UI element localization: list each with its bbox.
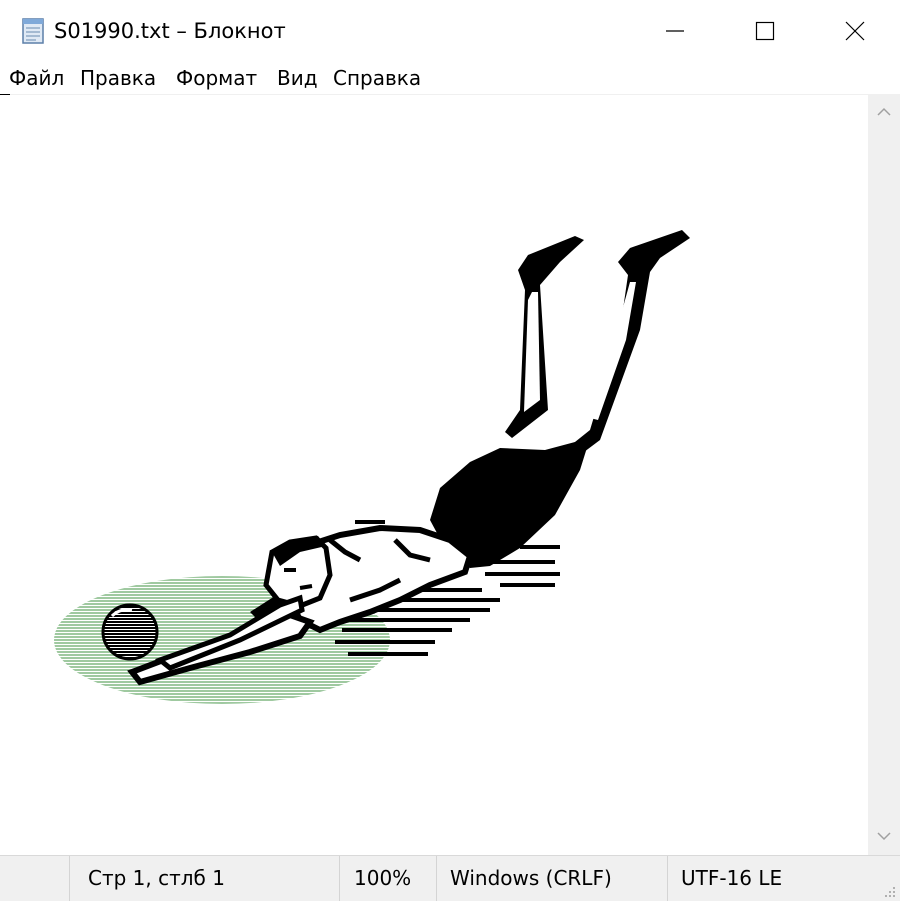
menu-format[interactable]: Формат <box>176 64 257 92</box>
status-encoding: UTF-16 LE <box>681 866 783 890</box>
status-line-endings: Windows (CRLF) <box>450 866 612 890</box>
status-separator <box>69 856 70 901</box>
status-separator <box>339 856 340 901</box>
minimize-icon <box>666 30 684 32</box>
minimize-button[interactable] <box>630 0 720 62</box>
scroll-up-button[interactable] <box>868 95 900 131</box>
scroll-down-button[interactable] <box>868 819 900 855</box>
status-bar: Стр 1, стлб 1 100% Windows (CRLF) UTF-16… <box>0 855 900 901</box>
status-cursor-position: Стр 1, стлб 1 <box>88 866 225 890</box>
status-zoom: 100% <box>354 866 412 890</box>
maximize-button[interactable] <box>720 0 810 62</box>
chevron-up-icon <box>877 107 891 116</box>
menu-edit[interactable]: Правка <box>80 64 156 92</box>
maximize-icon <box>755 21 775 41</box>
player-legs <box>505 230 690 470</box>
player-head <box>263 535 333 609</box>
vertical-scrollbar[interactable] <box>868 95 900 855</box>
menu-file[interactable]: Файл <box>9 64 64 92</box>
menu-view[interactable]: Вид <box>277 64 318 92</box>
volleyball <box>101 603 159 661</box>
close-icon <box>845 21 865 41</box>
menu-help[interactable]: Справка <box>333 64 421 92</box>
resize-grip-icon[interactable] <box>882 883 896 897</box>
chevron-down-icon <box>877 832 891 841</box>
title-bar[interactable]: S01990.txt – Блокнот <box>0 0 900 62</box>
notepad-icon <box>20 16 46 44</box>
status-separator <box>436 856 437 901</box>
menu-bar: Файл Правка Формат Вид Справка <box>0 62 900 95</box>
window-title: S01990.txt – Блокнот <box>54 19 286 43</box>
text-editor[interactable] <box>0 95 868 855</box>
ascii-art-drawing <box>54 230 690 704</box>
close-button[interactable] <box>810 0 900 62</box>
status-separator <box>667 856 668 901</box>
